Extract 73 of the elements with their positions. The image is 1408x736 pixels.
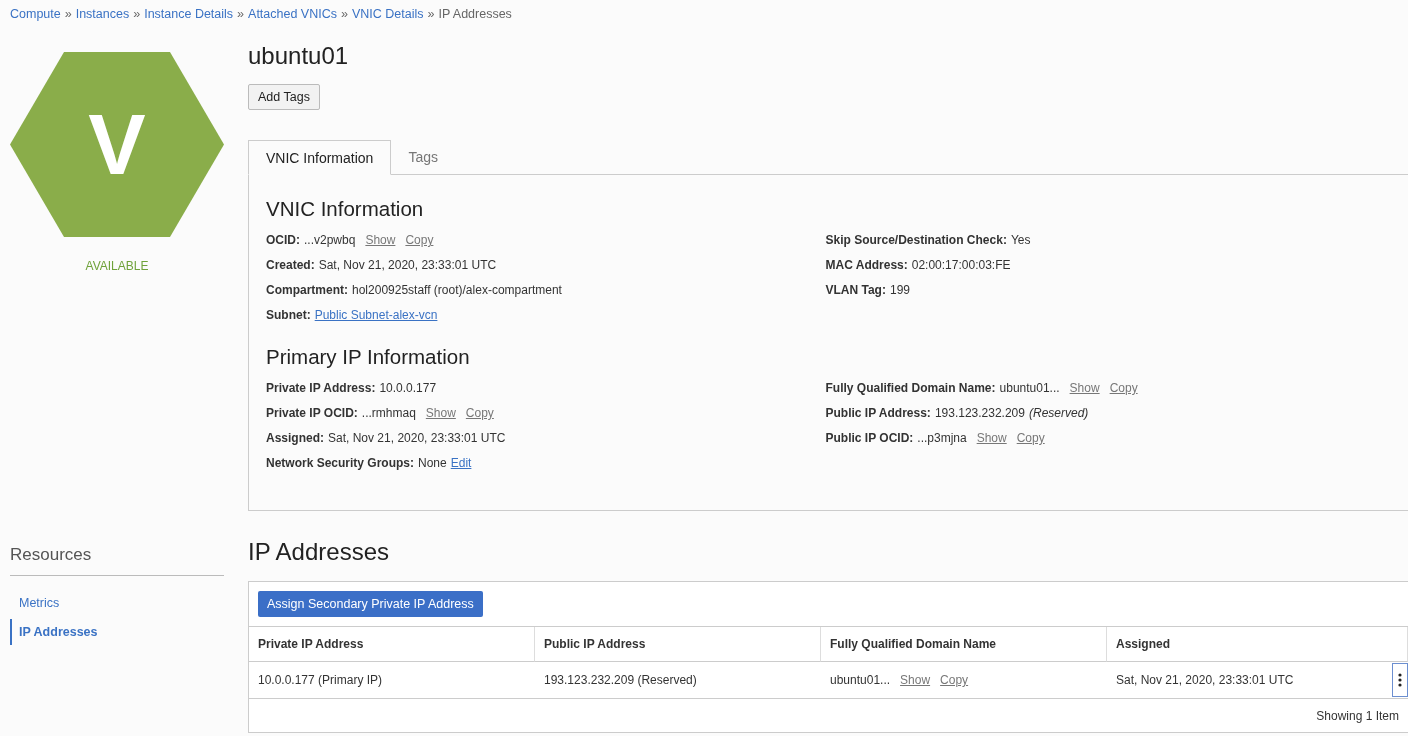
field-value: ubuntu01... (999, 381, 1060, 395)
add-tags-button[interactable]: Add Tags (248, 84, 320, 110)
breadcrumb-link[interactable]: Compute (10, 7, 61, 21)
field-label: Public IP Address: (825, 406, 931, 420)
status-label: AVAILABLE (84, 259, 150, 273)
breadcrumb-separator: » (237, 7, 245, 21)
action-link[interactable]: Show (1069, 381, 1100, 395)
field-value: None (418, 456, 447, 470)
field-label: Skip Source/Destination Check: (825, 233, 1007, 247)
field-label: Private IP Address: (266, 381, 376, 395)
field-label: Assigned: (266, 431, 324, 445)
breadcrumb-separator: » (341, 7, 348, 21)
field-label: MAC Address: (825, 258, 908, 272)
field-label: Private IP OCID: (266, 406, 358, 420)
column-header: Fully Qualified Domain Name (821, 627, 1107, 662)
field-value: 193.123.232.209 (934, 406, 1025, 420)
field-label: Public IP OCID: (825, 431, 914, 445)
kebab-icon (1398, 673, 1402, 687)
section-heading: VNIC Information (266, 197, 425, 221)
field-value: Sat, Nov 21, 2020, 23:33:01 UTC (318, 258, 497, 272)
field-value: hol200925staff (root)/alex-compartment (352, 283, 562, 297)
field-label: Subnet: (266, 308, 311, 322)
field-label: Created: (266, 258, 315, 272)
field-link[interactable]: Public Subnet-alex-vcn (314, 308, 438, 322)
column-header: Public IP Address (535, 627, 821, 662)
breadcrumb-separator: » (427, 7, 435, 21)
field-value: 10.0.0.177 (379, 381, 437, 395)
action-link[interactable]: Show (900, 673, 931, 687)
breadcrumb-link[interactable]: Instances (75, 7, 130, 21)
page-title: ubuntu01 (248, 42, 350, 71)
action-link[interactable]: Copy (405, 233, 434, 247)
field-note: (Reserved) (1028, 406, 1089, 420)
breadcrumb-separator: » (64, 7, 72, 21)
table-cell: 193.123.232.209 (Reserved) (544, 673, 697, 687)
field-value: 02:00:17:00:03:FE (911, 258, 1011, 272)
field-label: Network Security Groups: (266, 456, 415, 470)
breadcrumb-separator: » (133, 7, 141, 21)
breadcrumb-link[interactable]: Instance Details (144, 7, 234, 21)
table-cell: ubuntu01... (830, 673, 891, 687)
action-link[interactable]: Copy (1016, 431, 1045, 445)
field-value: ...v2pwbq (304, 233, 356, 247)
more-actions-button[interactable] (1392, 663, 1408, 697)
resources-heading: Resources (10, 545, 224, 576)
breadcrumb-link[interactable]: Attached VNICs (248, 7, 337, 21)
breadcrumb-link[interactable]: VNIC Details (351, 7, 424, 21)
table-cell: 10.0.0.177 (Primary IP) (258, 673, 383, 687)
field-value: ...p3mjna (917, 431, 967, 445)
action-link[interactable]: Show (976, 431, 1007, 445)
field-value: ...rmhmaq (361, 406, 416, 420)
assign-ip-button[interactable]: Assign Secondary Private IP Address (258, 591, 483, 617)
section-heading: IP Addresses (248, 538, 390, 566)
field-value: 199 (889, 283, 910, 297)
field-value: Yes (1010, 233, 1031, 247)
field-label: Compartment: (266, 283, 348, 297)
tab[interactable]: Tags (391, 140, 455, 175)
action-link[interactable]: Copy (1109, 381, 1138, 395)
field-label: OCID: (266, 233, 300, 247)
action-link[interactable]: Copy (940, 673, 969, 687)
hexagon-badge: V (10, 52, 224, 237)
item-count: Showing 1 Item (1316, 709, 1399, 723)
field-label: VLAN Tag: (825, 283, 886, 297)
section-heading: Primary IP Information (266, 345, 471, 369)
action-link[interactable]: Copy (465, 406, 494, 420)
tab[interactable]: VNIC Information (248, 140, 392, 175)
action-link[interactable]: Show (365, 233, 396, 247)
field-link[interactable]: Edit (450, 456, 472, 470)
field-label: Fully Qualified Domain Name: (825, 381, 996, 395)
action-link[interactable]: Show (425, 406, 456, 420)
table-cell: Sat, Nov 21, 2020, 23:33:01 UTC (1116, 673, 1294, 687)
column-header: Assigned (1107, 627, 1408, 662)
field-value: Sat, Nov 21, 2020, 23:33:01 UTC (328, 431, 506, 445)
column-header: Private IP Address (249, 627, 535, 662)
sidebar-item[interactable]: Metrics (10, 590, 248, 616)
